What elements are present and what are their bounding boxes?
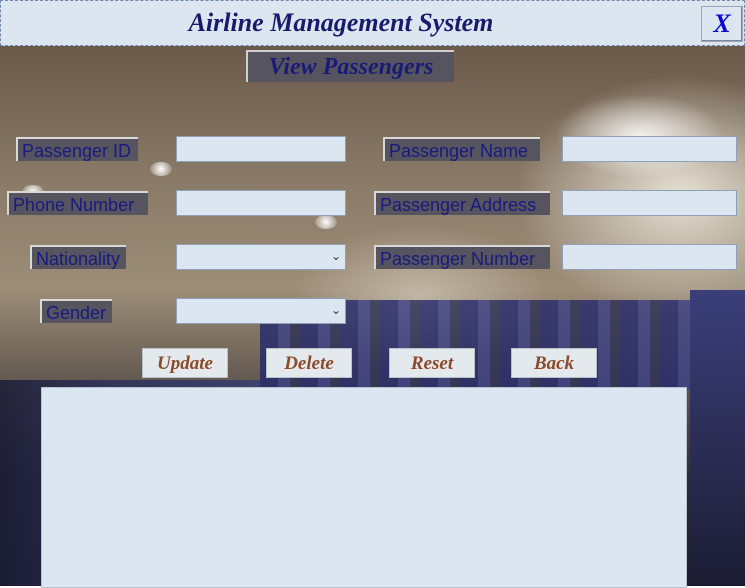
delete-button[interactable]: Delete xyxy=(266,348,352,378)
passenger-address-input[interactable] xyxy=(562,190,737,216)
title-bar: Airline Management System X xyxy=(0,0,745,46)
passenger-address-label: Passenger Address xyxy=(374,191,550,215)
app-title: Airline Management System xyxy=(188,8,494,37)
ceiling-light xyxy=(315,215,337,229)
passengers-table[interactable] xyxy=(41,387,687,588)
nationality-label: Nationality xyxy=(30,245,126,269)
passenger-number-label: Passenger Number xyxy=(374,245,550,269)
passenger-id-input[interactable] xyxy=(176,136,346,162)
passenger-name-label: Passenger Name xyxy=(383,137,540,161)
phone-number-input[interactable] xyxy=(176,190,346,216)
passenger-id-label: Passenger ID xyxy=(16,137,138,161)
page-title: View Passengers xyxy=(246,50,454,82)
nationality-select[interactable]: ⌄ xyxy=(176,244,346,270)
gender-select[interactable]: ⌄ xyxy=(176,298,346,324)
chevron-down-icon: ⌄ xyxy=(330,249,341,263)
cabin-seats-right xyxy=(690,290,745,586)
back-button[interactable]: Back xyxy=(511,348,597,378)
phone-number-label: Phone Number xyxy=(7,191,148,215)
update-button[interactable]: Update xyxy=(142,348,228,378)
chevron-down-icon: ⌄ xyxy=(330,303,341,317)
passenger-name-input[interactable] xyxy=(562,136,737,162)
gender-label: Gender xyxy=(40,299,112,323)
passenger-number-input[interactable] xyxy=(562,244,737,270)
close-icon: X xyxy=(713,9,731,38)
close-button[interactable]: X xyxy=(701,6,743,42)
reset-button[interactable]: Reset xyxy=(389,348,475,378)
ceiling-light xyxy=(150,162,172,176)
